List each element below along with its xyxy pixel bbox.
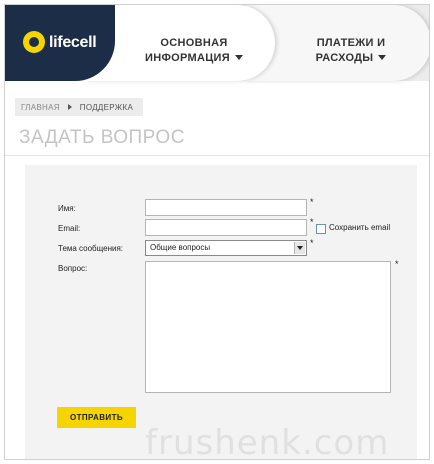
required-mark: * <box>395 259 399 269</box>
breadcrumb-home-link[interactable]: ГЛАВНАЯ <box>21 103 60 112</box>
question-label: Вопрос: <box>58 264 88 273</box>
topic-select[interactable]: Общие вопросы <box>145 240 307 256</box>
required-mark: * <box>310 217 314 227</box>
breadcrumb-arrow-icon <box>67 104 72 110</box>
name-label: Имя: <box>58 204 76 213</box>
name-input[interactable] <box>145 199 307 216</box>
logo-text: lifecell <box>49 34 97 51</box>
dropdown-arrow-icon[interactable] <box>294 242 305 254</box>
topic-label: Тема сообщения: <box>58 244 124 253</box>
email-label: Email: <box>58 224 81 233</box>
required-mark: * <box>310 197 314 207</box>
question-textarea[interactable] <box>145 261 391 393</box>
breadcrumb-current: ПОДДЕРЖКА <box>79 102 134 112</box>
lifecell-logo[interactable]: lifecell <box>5 5 115 81</box>
save-email-label[interactable]: Сохранить email <box>329 223 390 232</box>
site-header: lifecell ОСНОВНАЯ ИНФОРМАЦИЯ ПЛАТЕЖИ И Р… <box>5 5 429 81</box>
submit-button[interactable]: ОТПРАВИТЬ <box>57 407 136 428</box>
topic-selected-value: Общие вопросы <box>150 243 211 252</box>
caret-down-icon <box>234 55 243 61</box>
nav-tab-label: ПЛАТЕЖИ И РАСХОДЫ <box>315 36 386 64</box>
caret-down-icon <box>378 55 387 61</box>
page-frame: lifecell ОСНОВНАЯ ИНФОРМАЦИЯ ПЛАТЕЖИ И Р… <box>4 4 430 460</box>
title-divider <box>5 155 429 156</box>
required-mark: * <box>310 238 314 248</box>
nav-tab-label: ОСНОВНАЯ ИНФОРМАЦИЯ <box>145 36 230 64</box>
watermark: frushenk.com <box>145 423 390 460</box>
lifecell-logo-icon <box>23 31 45 53</box>
page-title: ЗАДАТЬ ВОПРОС <box>19 127 185 148</box>
breadcrumb: ГЛАВНАЯ ПОДДЕРЖКА <box>15 98 144 116</box>
save-email-checkbox[interactable] <box>316 224 326 234</box>
email-input[interactable] <box>145 219 307 236</box>
question-form: Имя: * Email: * Сохранить email Тема соо… <box>25 165 417 459</box>
